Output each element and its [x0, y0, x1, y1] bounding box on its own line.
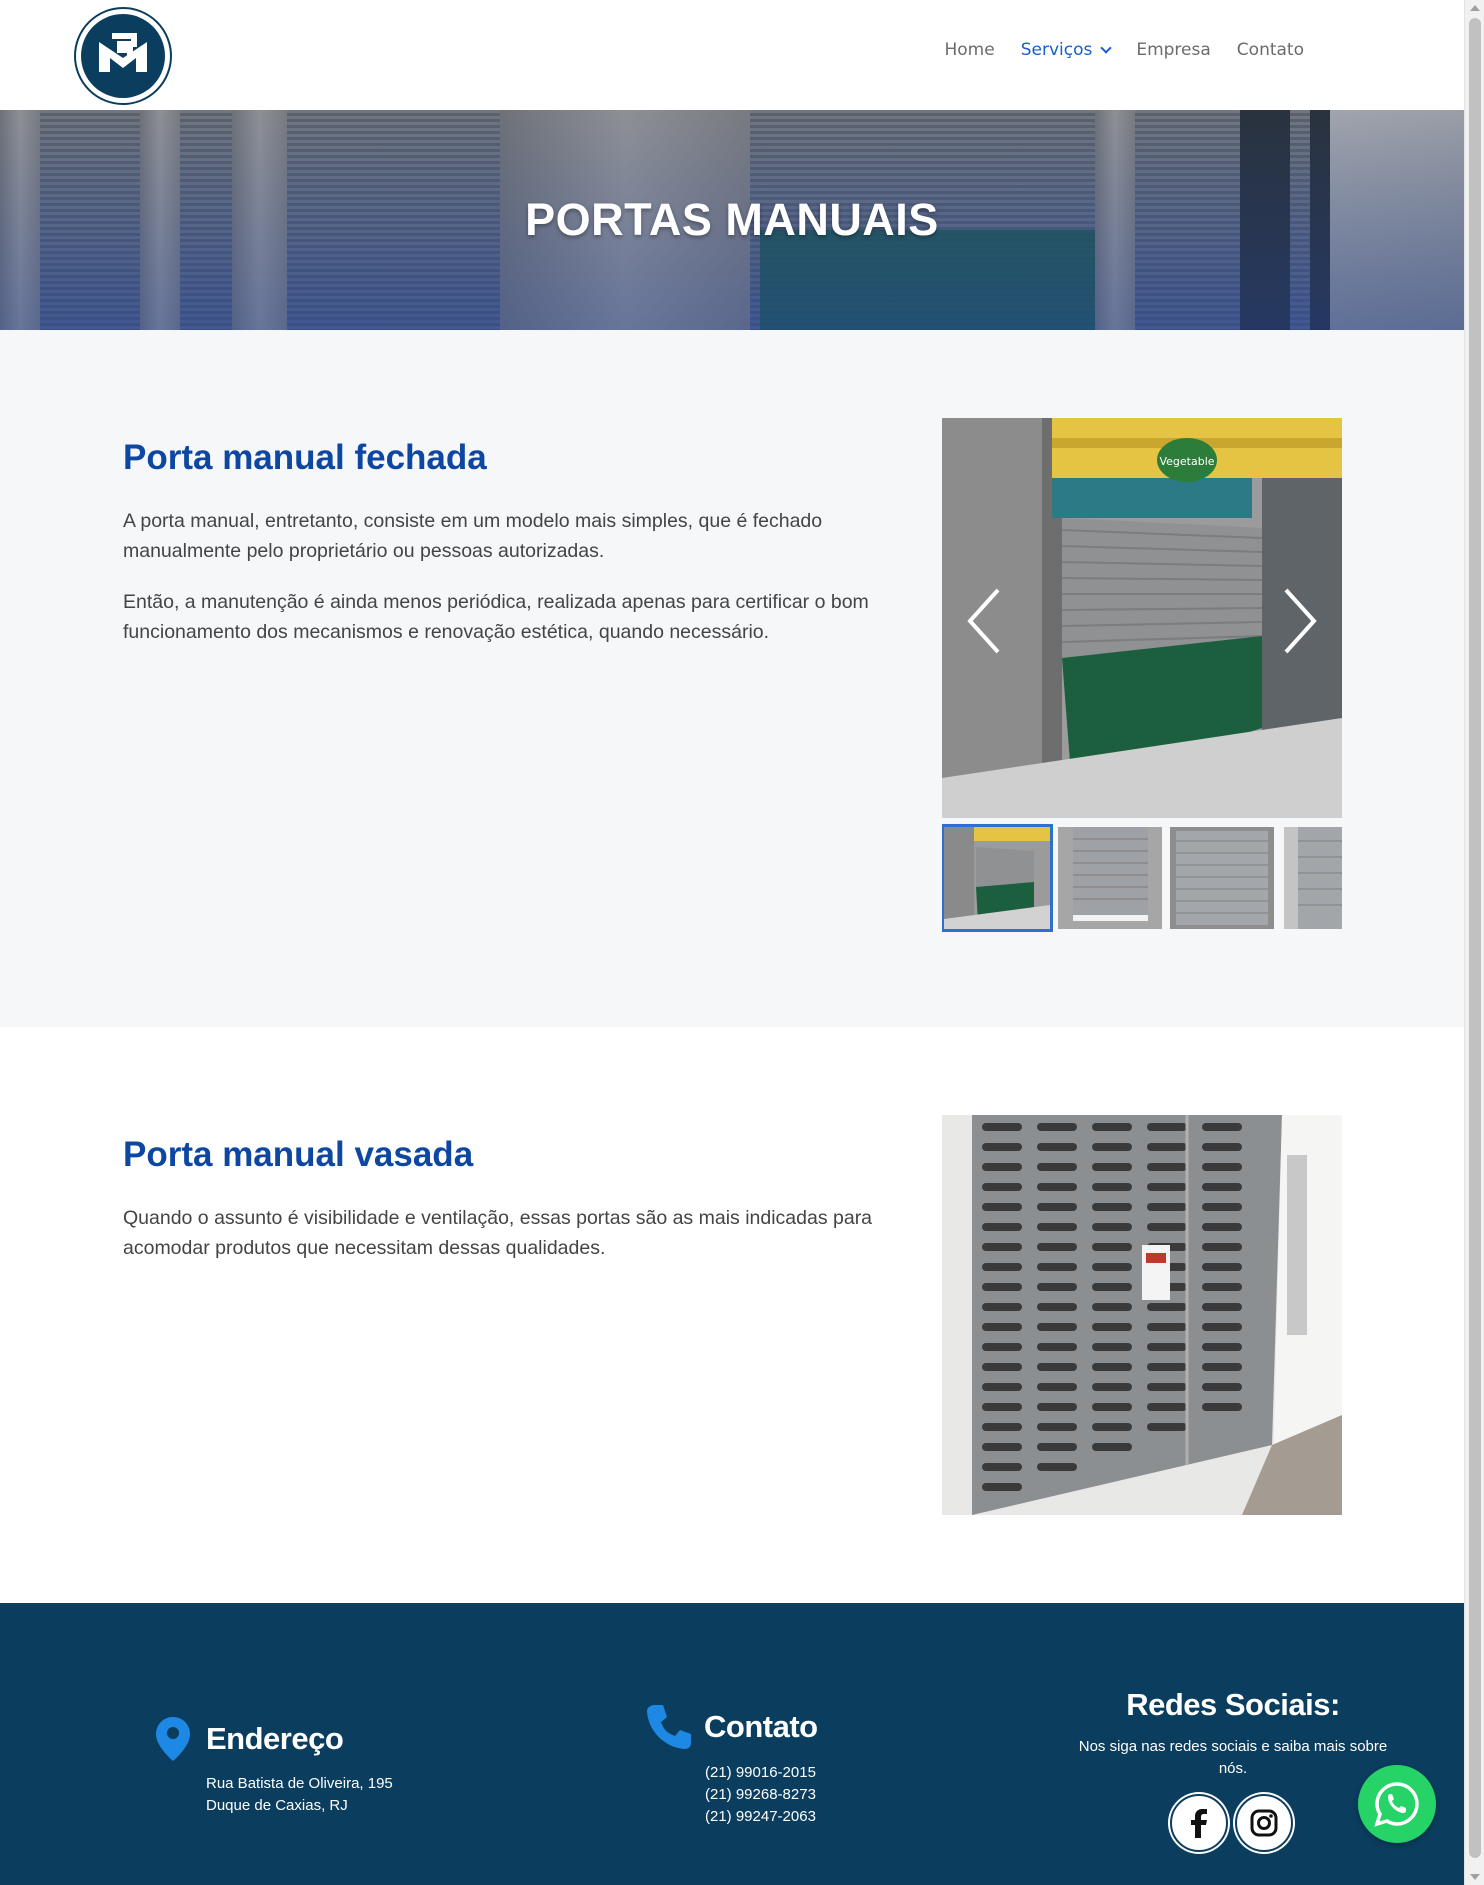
- nav-contato-label: Contato: [1236, 40, 1304, 60]
- main-nav: Home Serviços Empresa Contato: [919, 40, 1305, 60]
- arrow-right-icon[interactable]: [1280, 586, 1320, 656]
- footer-phone[interactable]: (21) 99268-8273: [705, 1784, 816, 1806]
- scroll-up-icon[interactable]: [1470, 5, 1480, 11]
- section-porta-vasada: Porta manual vasada Quando o assunto é v…: [0, 1027, 1464, 1603]
- thumbnail[interactable]: [1170, 827, 1274, 929]
- thumbnail[interactable]: [1058, 827, 1162, 929]
- section-title: Porta manual fechada: [123, 438, 487, 477]
- whatsapp-icon: [1374, 1782, 1419, 1827]
- nav-contato[interactable]: Contato: [1237, 40, 1304, 60]
- section-title: Porta manual vasada: [123, 1135, 474, 1174]
- map-pin-icon: [155, 1716, 191, 1767]
- nav-empresa-label: Empresa: [1136, 40, 1211, 60]
- scrollbar[interactable]: [1464, 0, 1484, 1885]
- section-porta-fechada: Porta manual fechada A porta manual, ent…: [0, 330, 1464, 1027]
- site-footer: Endereço Rua Batista de Oliveira, 195 Du…: [0, 1603, 1464, 1885]
- chevron-down-icon: [1100, 41, 1113, 54]
- footer-address-line1: Rua Batista de Oliveira, 195: [206, 1775, 393, 1792]
- thumbnail[interactable]: [942, 824, 1053, 932]
- scroll-thumb[interactable]: [1469, 18, 1481, 1858]
- section-paragraph: Quando o assunto é visibilidade e ventil…: [123, 1207, 873, 1259]
- nav-empresa[interactable]: Empresa: [1136, 40, 1210, 60]
- nav-servicos-label: Serviços: [1020, 40, 1093, 60]
- nav-home[interactable]: Home: [945, 40, 995, 60]
- facebook-button[interactable]: [1170, 1794, 1228, 1852]
- porta-vasada-image: [942, 1115, 1342, 1515]
- nav-home-label: Home: [944, 40, 995, 60]
- shop-sign-text: Vegetable: [1159, 455, 1214, 468]
- footer-address-line2: Duque de Caxias, RJ: [206, 1797, 348, 1814]
- site-logo[interactable]: [72, 6, 174, 106]
- section-paragraph: Então, a manutenção é ainda menos periód…: [123, 591, 869, 643]
- footer-phone[interactable]: (21) 99247-2063: [705, 1806, 816, 1828]
- footer-phone[interactable]: (21) 99016-2015: [705, 1762, 816, 1784]
- facebook-icon: [1191, 1809, 1207, 1838]
- instagram-button[interactable]: [1235, 1794, 1293, 1852]
- image-slider[interactable]: Vegetable: [942, 418, 1342, 818]
- footer-social-text: Nos siga nas redes sociais e saiba mais …: [1078, 1738, 1388, 1777]
- slider-thumbnails: [942, 824, 1342, 932]
- section-paragraph: A porta manual, entretanto, consiste em …: [123, 510, 823, 562]
- footer-social-heading: Redes Sociais:: [1126, 1687, 1340, 1722]
- page-title: PORTAS MANUAIS: [525, 194, 939, 245]
- whatsapp-button[interactable]: [1358, 1765, 1436, 1843]
- instagram-icon: [1250, 1809, 1278, 1837]
- arrow-left-icon[interactable]: [964, 586, 1004, 656]
- footer-contact-heading: Contato: [704, 1709, 818, 1744]
- phone-icon: [645, 1703, 693, 1756]
- nav-servicos[interactable]: Serviços: [1020, 40, 1113, 60]
- hero-banner: PORTAS MANUAIS: [0, 110, 1464, 330]
- page: Home Serviços Empresa Contato PORTAS MAN…: [0, 0, 1464, 1885]
- thumbnail[interactable]: [1284, 827, 1342, 929]
- footer-address-heading: Endereço: [206, 1721, 344, 1756]
- scroll-down-icon[interactable]: [1470, 1874, 1480, 1880]
- site-header: Home Serviços Empresa Contato: [0, 0, 1464, 110]
